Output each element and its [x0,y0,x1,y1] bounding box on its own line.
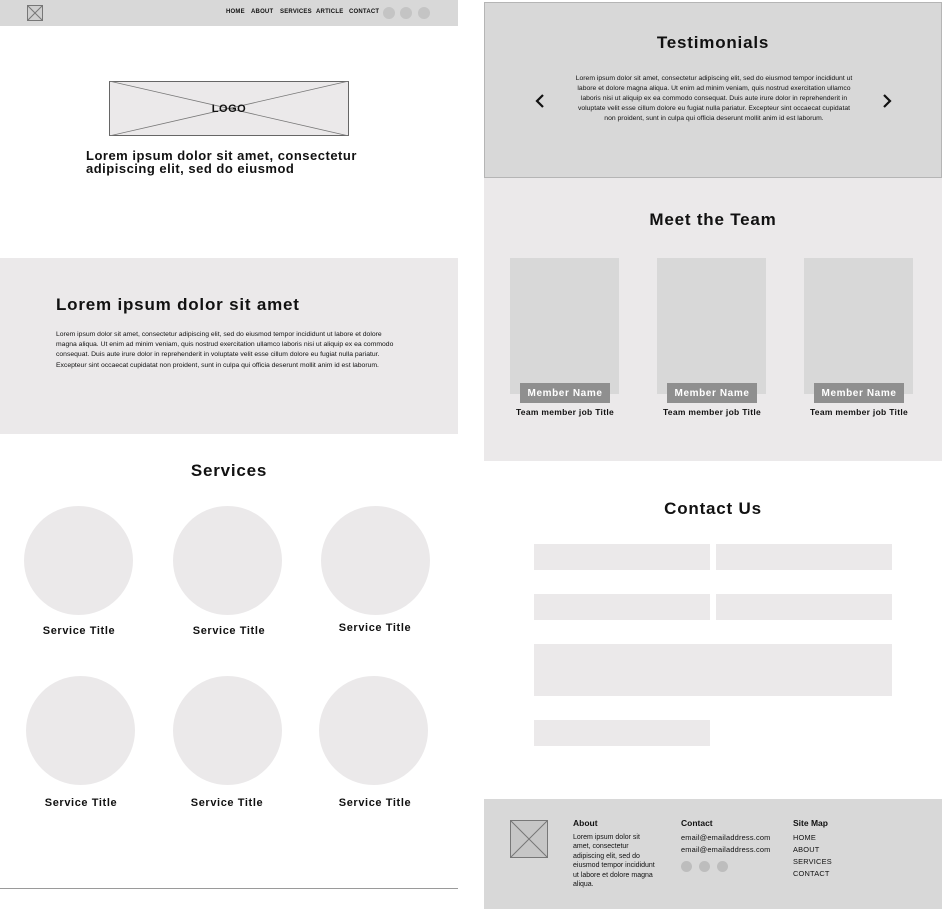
nav-about-link[interactable]: ABOUT [251,9,273,15]
chevron-right-icon[interactable] [880,92,894,110]
about-section: Lorem ipsum dolor sit amet Lorem ipsum d… [0,258,458,434]
subject-field[interactable] [716,594,892,620]
about-heading: Lorem ipsum dolor sit amet [56,295,300,314]
social-icon[interactable] [681,861,692,872]
sitemap-about-link[interactable]: ABOUT [793,845,819,854]
about-body: Lorem ipsum dolor sit amet, consectetur … [56,331,394,369]
member-photo [804,258,913,394]
member-photo [657,258,766,394]
contact-heading: Contact Us [664,499,762,518]
service-image [24,506,133,615]
phone-field[interactable] [534,594,710,620]
nav-home-link[interactable]: HOME [226,9,245,15]
member-name: Member Name [520,383,610,403]
footer-about-heading: About [573,818,598,828]
sitemap-services-link[interactable]: SERVICES [793,857,832,866]
testimonial-quote: Lorem ipsum dolor sit amet, consectetur … [575,75,853,123]
sitemap-home-link[interactable]: HOME [793,833,816,842]
service-image [173,506,282,615]
member-job-title: Team member job Title [809,407,909,417]
footer-email-link[interactable]: email@emailaddress.com [681,845,771,854]
member-name: Member Name [814,383,904,403]
team-section: Meet the Team Member Name Team member jo… [484,178,942,461]
submit-button[interactable] [534,720,710,746]
testimonials-section: Testimonials Lorem ipsum dolor sit amet,… [484,2,942,178]
social-icon[interactable] [418,7,430,19]
email-field[interactable] [716,544,892,570]
nav-article-link[interactable]: ARTICLE [316,9,343,15]
footer-email-link[interactable]: email@emailaddress.com [681,833,771,842]
service-image [319,676,428,785]
nav-contact-link[interactable]: CONTACT [349,9,379,15]
footer-contact-heading: Contact [681,818,713,828]
hero-tagline: Lorem ipsum dolor sit amet, consectetur … [86,148,357,176]
footer-sitemap-heading: Site Map [793,818,828,828]
social-icon[interactable] [717,861,728,872]
footer-about-text: Lorem ipsum dolor sit amet, consectetur … [573,834,655,889]
social-icon[interactable] [383,7,395,19]
divider [0,888,458,889]
sitemap-contact-link[interactable]: CONTACT [793,869,830,878]
member-job-title: Team member job Title [515,407,615,417]
service-title: Service Title [338,622,412,634]
service-title: Service Title [44,797,118,809]
member-name: Member Name [667,383,757,403]
hero-logo-placeholder: LOGO [109,81,349,136]
logo-text: LOGO [211,102,247,115]
message-field[interactable] [534,644,892,696]
team-heading: Meet the Team [649,210,777,229]
top-navbar: HOME ABOUT SERVICES ARTICLE CONTACT [0,0,458,26]
service-image [173,676,282,785]
social-icon[interactable] [400,7,412,19]
service-image [321,506,430,615]
social-icon[interactable] [699,861,710,872]
service-image [26,676,135,785]
nav-services-link[interactable]: SERVICES [280,9,312,15]
service-title: Service Title [192,625,266,637]
services-heading: Services [190,461,268,480]
footer: About Lorem ipsum dolor sit amet, consec… [484,799,942,909]
member-photo [510,258,619,394]
testimonials-heading: Testimonials [656,33,770,52]
nav-logo-placeholder[interactable] [27,5,43,21]
name-field[interactable] [534,544,710,570]
chevron-left-icon[interactable] [533,92,547,110]
service-title: Service Title [338,797,412,809]
member-job-title: Team member job Title [662,407,762,417]
service-title: Service Title [190,797,264,809]
service-title: Service Title [42,625,116,637]
footer-logo-placeholder [510,820,548,858]
